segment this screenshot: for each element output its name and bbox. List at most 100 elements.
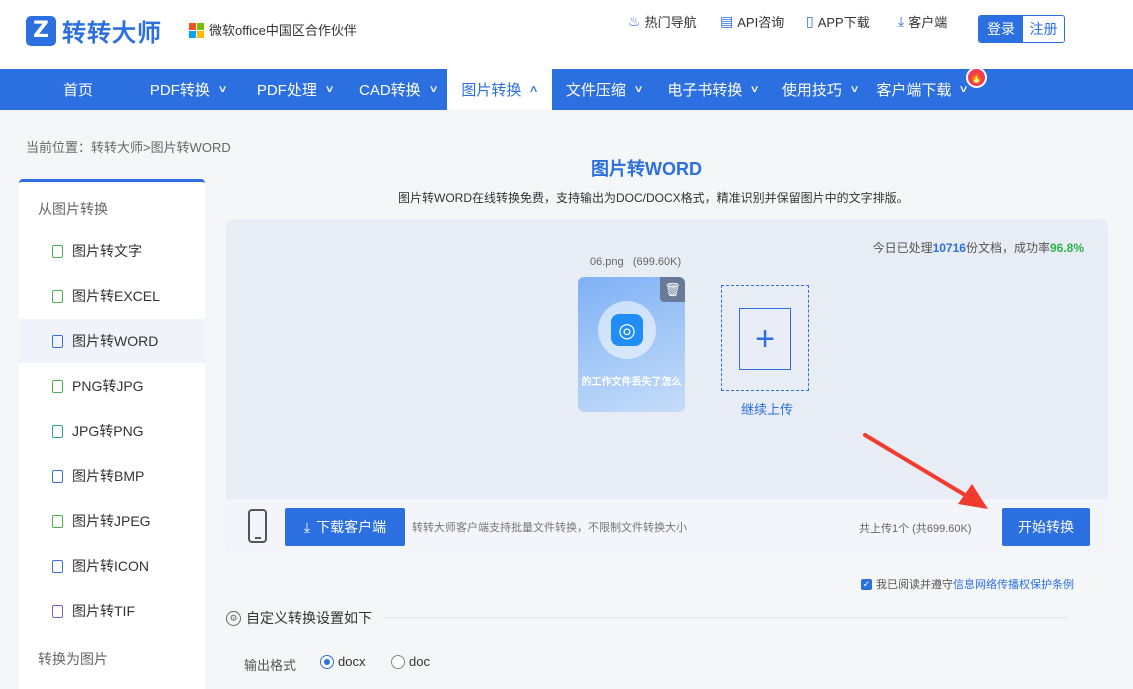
sidebar-item-png-to-jpg[interactable]: PNG转JPG bbox=[19, 364, 205, 408]
sidebar-item-image-to-jpeg[interactable]: 图片转JPEG bbox=[19, 499, 205, 543]
sidebar-group-from-image: 从图片转换 bbox=[38, 201, 108, 217]
download-client-button[interactable]: ⤓ 下载客户端 bbox=[285, 508, 405, 546]
chevron-down-icon: ∨ bbox=[749, 84, 761, 95]
chevron-down-icon: ∨ bbox=[428, 84, 439, 95]
site-logo[interactable]: Z 转转大师 bbox=[26, 13, 162, 48]
file-icon bbox=[52, 379, 63, 393]
sidebar-item-label: 图片转WORD bbox=[72, 333, 159, 349]
file-info: 06.png (699.60K) bbox=[590, 256, 681, 268]
file-icon bbox=[52, 244, 63, 258]
nav-image-convert[interactable]: 图片转换 ∧ bbox=[447, 69, 552, 110]
sidebar-item-image-to-tif[interactable]: 图片转TIF bbox=[19, 589, 205, 633]
file-icon bbox=[52, 604, 63, 618]
settings-divider bbox=[382, 617, 1068, 618]
file-icon bbox=[52, 559, 63, 573]
phone-icon bbox=[248, 509, 267, 543]
chevron-up-icon: ∧ bbox=[528, 84, 540, 95]
radio-selected-icon bbox=[320, 654, 334, 669]
processing-stats: 今日已处理10716份文档，成功率96.8% bbox=[873, 239, 1084, 256]
logo-mark-icon: Z bbox=[26, 15, 56, 46]
stats-mid: 份文档，成功率 bbox=[965, 241, 1050, 255]
sidebar-item-image-to-icon[interactable]: 图片转ICON bbox=[19, 544, 205, 588]
upload-count: 共上传1个 (共699.60K) bbox=[859, 523, 972, 535]
red-arrow-annotation bbox=[863, 433, 988, 509]
api-consult-label: API咨询 bbox=[737, 14, 785, 30]
sidebar-item-label: JPG转PNG bbox=[72, 423, 144, 439]
sidebar-item-image-to-bmp[interactable]: 图片转BMP bbox=[19, 454, 205, 498]
add-file-dropzone[interactable]: + bbox=[721, 285, 809, 391]
top-header: Z 转转大师 微软office中国区合作伙伴 ♨ 热门导航 ▤ API咨询 ▯ … bbox=[0, 0, 1133, 69]
sidebar: 从图片转换 图片转文字 图片转EXCEL 图片转WORD PNG转JPG JPG… bbox=[19, 179, 205, 689]
nav-pdf-convert[interactable]: PDF转换 ∨ bbox=[138, 69, 238, 110]
nav-home[interactable]: 首页 bbox=[30, 69, 126, 110]
hot-badge-icon: 🔥 bbox=[966, 67, 987, 88]
login-button[interactable]: 登录 bbox=[979, 16, 1023, 42]
app-download-label: APP下载 bbox=[817, 14, 870, 30]
breadcrumb: 当前位置：转转大师>图片转WORD bbox=[26, 140, 231, 155]
file-name: 06.png bbox=[590, 256, 624, 268]
stats-rate: 96.8% bbox=[1049, 241, 1084, 255]
nav-label: 使用技巧 bbox=[781, 82, 842, 99]
sidebar-item-label: 图片转EXCEL bbox=[72, 288, 160, 304]
nav-label: CAD转换 bbox=[359, 82, 421, 99]
stats-prefix: 今日已处理 bbox=[872, 241, 933, 255]
app-icon: ◎ bbox=[611, 314, 643, 346]
file-thumbnail[interactable]: ◎ 的工作文件丢失了怎么 🗑 bbox=[578, 277, 685, 412]
sidebar-item-label: PNG转JPG bbox=[72, 378, 144, 394]
chevron-down-icon: ∨ bbox=[217, 84, 228, 95]
nav-label: 文件压缩 bbox=[565, 82, 626, 99]
client-note: 转转大师客户端支持批量文件转换，不限制文件转换大小 bbox=[412, 522, 687, 534]
agree-text: 我已阅读并遵守 bbox=[876, 579, 953, 591]
app-download-link[interactable]: ▯ APP下载 bbox=[806, 12, 870, 31]
nav-client-download[interactable]: 客户端下载 ∨ bbox=[868, 69, 976, 110]
logo-text: 转转大师 bbox=[62, 20, 162, 47]
nav-pdf-process[interactable]: PDF处理 ∨ bbox=[245, 69, 345, 110]
file-icon bbox=[52, 469, 63, 483]
sidebar-item-label: 图片转JPEG bbox=[72, 513, 151, 529]
nav-compress[interactable]: 文件压缩 ∨ bbox=[554, 69, 654, 110]
agree-link[interactable]: 信息网络传播权保护条例 bbox=[953, 576, 1074, 592]
client-label: 客户端 bbox=[908, 14, 948, 30]
nav-tips[interactable]: 使用技巧 ∨ bbox=[772, 69, 868, 110]
api-consult-link[interactable]: ▤ API咨询 bbox=[720, 12, 784, 31]
nav-label: PDF处理 bbox=[256, 82, 317, 99]
main-nav: 首页 PDF转换 ∨ PDF处理 ∨ CAD转换 ∨ 图片转换 ∧ 文件压缩 ∨ 电子书转… bbox=[0, 69, 1133, 110]
chevron-down-icon: ∨ bbox=[633, 84, 644, 95]
agree-checkbox[interactable]: ✓ bbox=[861, 578, 872, 590]
partner-text: 微软office中国区合作伙伴 bbox=[209, 23, 357, 38]
sidebar-item-image-to-text[interactable]: 图片转文字 bbox=[19, 229, 205, 273]
download-icon: ⤓ bbox=[898, 12, 905, 29]
nav-cad-convert[interactable]: CAD转换 ∨ bbox=[350, 69, 446, 110]
client-link[interactable]: ⤓ 客户端 bbox=[898, 12, 947, 31]
stats-count: 10716 bbox=[932, 241, 966, 255]
settings-title: 自定义转换设置如下 bbox=[246, 610, 372, 626]
nav-label: PDF转换 bbox=[149, 82, 210, 99]
thumb-text: 的工作文件丢失了怎么 bbox=[581, 377, 682, 388]
sidebar-item-image-to-excel[interactable]: 图片转EXCEL bbox=[19, 274, 205, 318]
sidebar-item-label: 图片转文字 bbox=[72, 243, 142, 259]
output-format-label: 输出格式 bbox=[244, 658, 297, 673]
sidebar-item-image-to-word[interactable]: 图片转WORD bbox=[19, 319, 205, 363]
chevron-down-icon: ∨ bbox=[958, 84, 970, 95]
format-docx-radio[interactable]: docx bbox=[320, 654, 365, 669]
continue-upload-link[interactable]: 继续上传 bbox=[741, 399, 793, 418]
format-doc-label: doc bbox=[409, 654, 430, 669]
download-icon: ⤓ bbox=[303, 518, 311, 535]
format-doc-radio[interactable]: doc bbox=[391, 654, 430, 669]
start-convert-button[interactable]: 开始转换 bbox=[1002, 508, 1090, 546]
auth-box: 登录 注册 bbox=[978, 15, 1065, 43]
radio-icon bbox=[391, 654, 405, 669]
file-size: (699.60K) bbox=[632, 256, 682, 268]
sidebar-group-to-image: 转换为图片 bbox=[38, 651, 108, 667]
page-subtitle: 图片转WORD在线转换免费，支持输出为DOC/DOCX格式，精准识别并保留图片中… bbox=[398, 191, 909, 205]
delete-file-icon[interactable]: 🗑 bbox=[660, 277, 685, 302]
chat-icon: ▤ bbox=[720, 12, 734, 29]
sidebar-item-jpg-to-png[interactable]: JPG转PNG bbox=[19, 409, 205, 453]
settings-header: ⚙ 自定义转换设置如下 bbox=[226, 608, 372, 628]
format-docx-label: docx bbox=[338, 654, 366, 669]
nav-ebook[interactable]: 电子书转换 ∨ bbox=[656, 69, 770, 110]
flame-icon: ♨ bbox=[628, 12, 641, 29]
register-button[interactable]: 注册 bbox=[1023, 16, 1064, 42]
sidebar-item-label: 图片转ICON bbox=[72, 558, 149, 574]
hot-nav-link[interactable]: ♨ 热门导航 bbox=[628, 12, 697, 31]
